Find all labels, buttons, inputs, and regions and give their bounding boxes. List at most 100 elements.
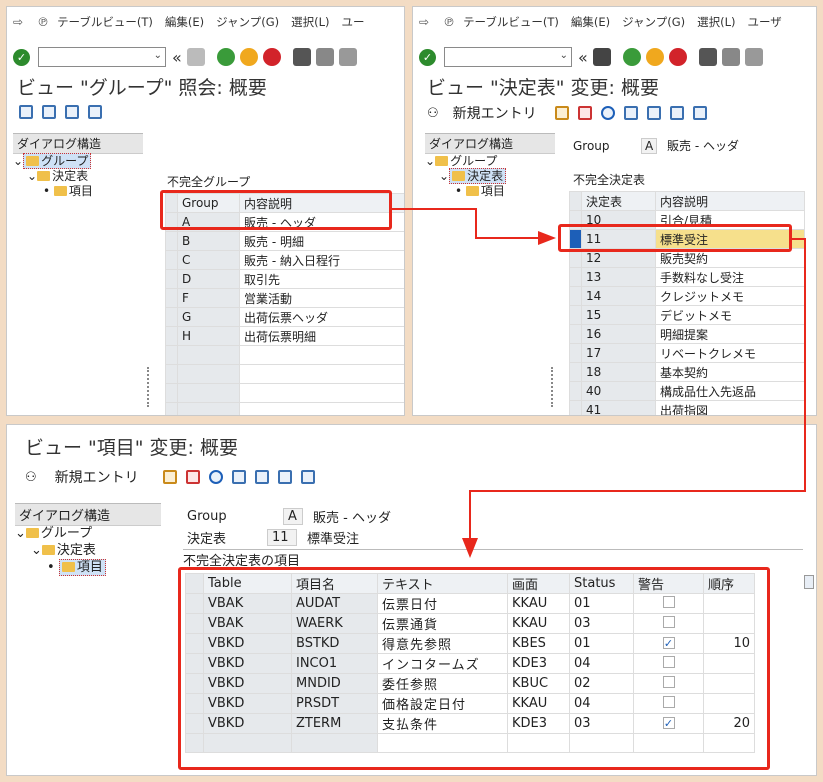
tree-node-decision-table[interactable]: ⌄ 決定表 — [13, 169, 143, 184]
tree-node-item[interactable]: • 項目 — [13, 184, 143, 199]
tree-node-group[interactable]: ⌄ グループ — [13, 153, 143, 169]
row-selector[interactable] — [185, 673, 204, 694]
chevron-down-icon[interactable]: ⌄ — [560, 50, 568, 61]
row-selector[interactable] — [165, 345, 178, 365]
row-selector[interactable] — [165, 269, 178, 289]
row-selector[interactable] — [165, 307, 178, 327]
table-row[interactable]: VBKD ZTERM 支払条件 KDE3 03 ✓ 20 — [185, 713, 755, 734]
text-cell[interactable]: 委任参照 — [377, 673, 508, 694]
menu-icon[interactable]: ⇨ — [419, 15, 429, 29]
menu-icon-2[interactable]: ℗ — [37, 15, 49, 29]
enter-icon[interactable]: ✓ — [13, 48, 30, 66]
column-header[interactable]: 警告 — [633, 573, 704, 594]
tree-node-group[interactable]: ⌄ グループ — [15, 526, 161, 543]
warning-checkbox[interactable] — [662, 695, 675, 708]
table-row[interactable]: F 営業活動 — [165, 288, 404, 308]
select-all-icon[interactable] — [19, 105, 33, 119]
enter-icon[interactable]: ✓ — [419, 48, 436, 66]
table-row[interactable]: 13 手数料なし受注 — [569, 267, 805, 287]
row-selector-header[interactable] — [165, 193, 178, 213]
copy-as-icon[interactable] — [162, 470, 177, 484]
table-row[interactable]: 40 構成品仕入先返品 — [569, 381, 805, 401]
column-header[interactable]: 項目名 — [291, 573, 378, 594]
row-selector[interactable] — [569, 248, 582, 268]
command-field[interactable]: ⌄ — [444, 47, 572, 67]
screen-cell[interactable]: KBES — [507, 633, 570, 654]
warning-checkbox[interactable]: ✓ — [662, 717, 675, 729]
status-cell[interactable]: 04 — [569, 653, 634, 674]
sequence-cell[interactable] — [703, 653, 755, 674]
delete-icon[interactable] — [577, 106, 592, 120]
table-row[interactable]: C 販売 - 納入日程行 — [165, 250, 404, 270]
row-selector[interactable] — [569, 381, 582, 401]
sequence-cell[interactable]: 10 — [703, 633, 755, 654]
undo-icon[interactable] — [208, 470, 223, 484]
menu-table-view[interactable]: テーブルビュー(T) — [463, 14, 559, 30]
print-icon[interactable] — [292, 48, 311, 66]
text-cell[interactable]: 価格設定日付 — [377, 693, 508, 714]
deselect-icon[interactable] — [669, 106, 684, 120]
menu-edit[interactable]: 編集(E) — [571, 14, 610, 30]
row-selector[interactable] — [165, 364, 178, 384]
row-selector[interactable] — [165, 326, 178, 346]
menu-select[interactable]: 選択(L) — [291, 14, 329, 30]
row-selector[interactable] — [165, 288, 178, 308]
screen-cell[interactable]: KDE3 — [507, 713, 570, 734]
text-cell[interactable]: 得意先参照 — [377, 633, 508, 654]
table-row[interactable]: 10 引合/見積 — [569, 210, 805, 230]
table-row[interactable]: H 出荷伝票明細 — [165, 326, 404, 346]
sequence-cell[interactable] — [703, 613, 755, 634]
row-selector[interactable] — [185, 693, 204, 714]
row-selector[interactable] — [569, 362, 582, 382]
find-icon[interactable] — [721, 48, 740, 66]
table-row[interactable]: 17 リベートクレメモ — [569, 343, 805, 363]
row-selector[interactable] — [569, 324, 582, 344]
row-selector[interactable] — [569, 400, 582, 415]
select-all-icon[interactable] — [623, 106, 638, 120]
status-cell[interactable]: 03 — [569, 713, 634, 734]
copy-as-icon[interactable] — [554, 106, 569, 120]
screen-cell[interactable]: KKAU — [507, 613, 570, 634]
save-icon[interactable] — [592, 48, 611, 66]
column-header[interactable]: Table — [203, 573, 292, 594]
row-selector[interactable] — [569, 286, 582, 306]
column-header[interactable]: Status — [569, 573, 634, 594]
select-block-icon[interactable] — [254, 470, 269, 484]
row-selector[interactable] — [569, 229, 582, 249]
warning-checkbox[interactable] — [662, 595, 675, 608]
status-cell[interactable]: 04 — [569, 693, 634, 714]
row-selector[interactable] — [185, 633, 204, 654]
tree-node-item[interactable]: • 項目 — [15, 559, 161, 577]
table-row[interactable]: VBKD BSTKD 得意先参照 KBES 01 ✓ 10 — [185, 633, 755, 654]
row-selector[interactable] — [569, 267, 582, 287]
save-icon[interactable] — [186, 48, 205, 66]
table-row[interactable]: D 取引先 — [165, 269, 404, 289]
text-cell[interactable]: インコタームズ — [377, 653, 508, 674]
column-header[interactable]: 順序 — [703, 573, 755, 594]
screen-cell[interactable]: KKAU — [507, 593, 570, 614]
table-row[interactable]: VBKD PRSDT 価格設定日付 KKAU 04 — [185, 693, 755, 714]
select-all-icon[interactable] — [231, 470, 246, 484]
undo-icon[interactable] — [600, 106, 615, 120]
column-header[interactable]: 内容説明 — [655, 191, 805, 211]
find-next-icon[interactable] — [338, 48, 357, 66]
text-cell[interactable]: 伝票通貨 — [377, 613, 508, 634]
tree-node-group[interactable]: ⌄ グループ — [425, 154, 555, 169]
status-cell[interactable]: 01 — [569, 633, 634, 654]
menu-icon[interactable]: ⇨ — [13, 15, 23, 29]
cancel-icon[interactable] — [262, 48, 281, 66]
row-selector[interactable] — [185, 653, 204, 674]
menu-select[interactable]: 選択(L) — [697, 14, 735, 30]
row-selector[interactable] — [165, 402, 178, 415]
status-cell[interactable]: 03 — [569, 613, 634, 634]
column-settings-icon[interactable] — [804, 575, 814, 589]
print-icon[interactable] — [698, 48, 717, 66]
warning-checkbox[interactable] — [662, 675, 675, 688]
warning-checkbox[interactable] — [662, 655, 675, 668]
deselect-icon[interactable] — [277, 470, 292, 484]
table-row[interactable]: 15 デビットメモ — [569, 305, 805, 325]
menu-user[interactable]: ユーザ — [747, 14, 781, 30]
find-next-icon[interactable] — [744, 48, 763, 66]
exit-icon[interactable] — [645, 48, 664, 66]
table-row[interactable]: G 出荷伝票ヘッダ — [165, 307, 404, 327]
